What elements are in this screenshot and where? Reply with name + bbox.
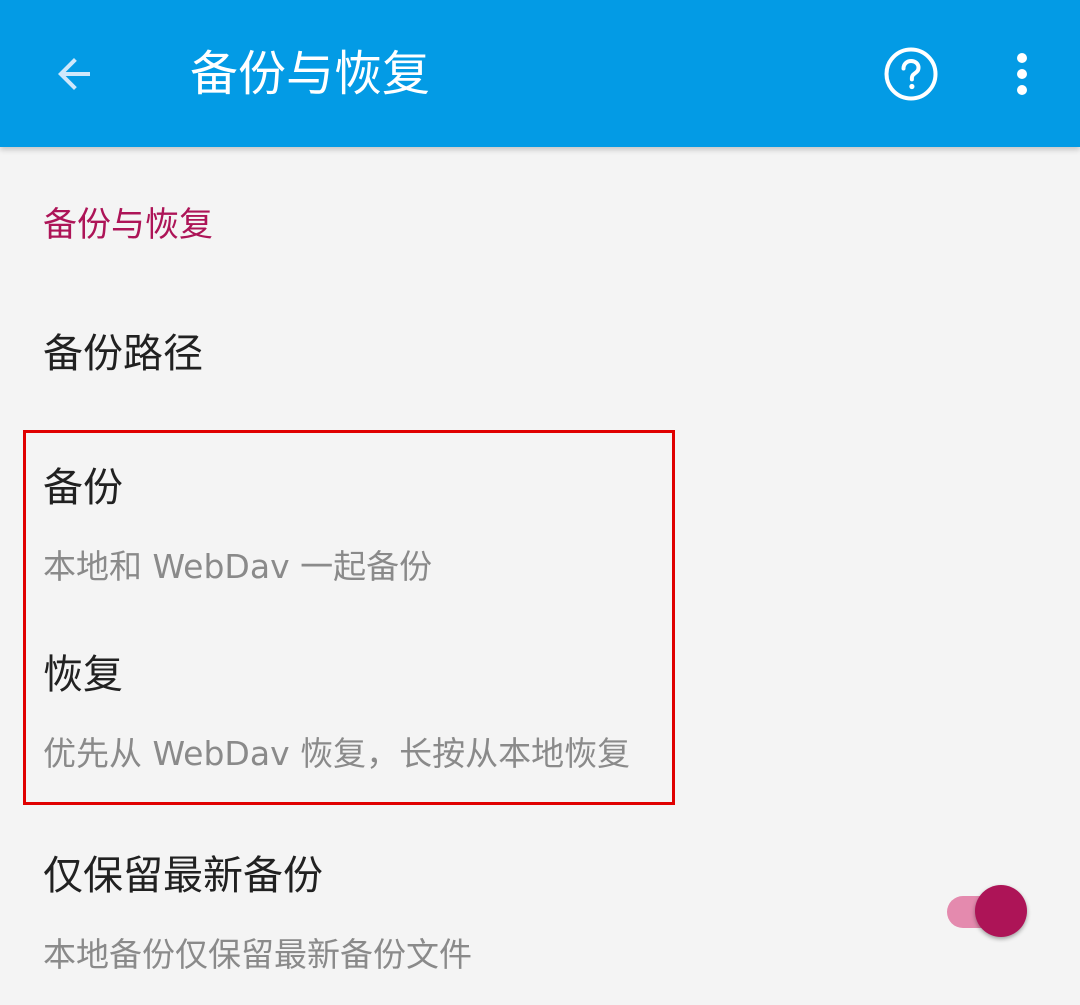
app-toolbar: 备份与恢复 (0, 0, 1080, 147)
restore-title: 恢复 (43, 652, 123, 698)
backup-restore-screen: 备份与恢复 备份与恢复 备份路径 备份 本地和 WebDav 一起备份 恢复 优… (0, 0, 1080, 1005)
back-button[interactable] (28, 28, 120, 120)
page-title: 备份与恢复 (190, 46, 431, 102)
more-options-button[interactable] (990, 33, 1054, 115)
help-circle-icon (884, 47, 938, 101)
backup-path-preference[interactable]: 备份路径 (0, 310, 1080, 420)
backup-summary: 本地和 WebDav 一起备份 (43, 547, 433, 586)
backup-preference[interactable]: 备份 本地和 WebDav 一起备份 (0, 440, 1080, 610)
keep-latest-summary: 本地备份仅保留最新备份文件 (43, 935, 472, 974)
help-button[interactable] (870, 33, 952, 115)
toggle-thumb (975, 885, 1027, 937)
arrow-back-icon (58, 58, 90, 90)
more-vert-icon (1017, 53, 1027, 95)
backup-title: 备份 (43, 465, 123, 511)
restore-preference[interactable]: 恢复 优先从 WebDav 恢复，长按从本地恢复 (0, 625, 1080, 795)
category-header: 备份与恢复 (43, 205, 213, 245)
restore-summary: 优先从 WebDav 恢复，长按从本地恢复 (43, 734, 631, 773)
backup-path-title: 备份路径 (43, 331, 203, 377)
keep-latest-title: 仅保留最新备份 (43, 853, 323, 899)
keep-latest-backup-preference[interactable]: 仅保留最新备份 本地备份仅保留最新备份文件 (0, 825, 1080, 1005)
keep-latest-toggle[interactable] (945, 882, 1035, 942)
